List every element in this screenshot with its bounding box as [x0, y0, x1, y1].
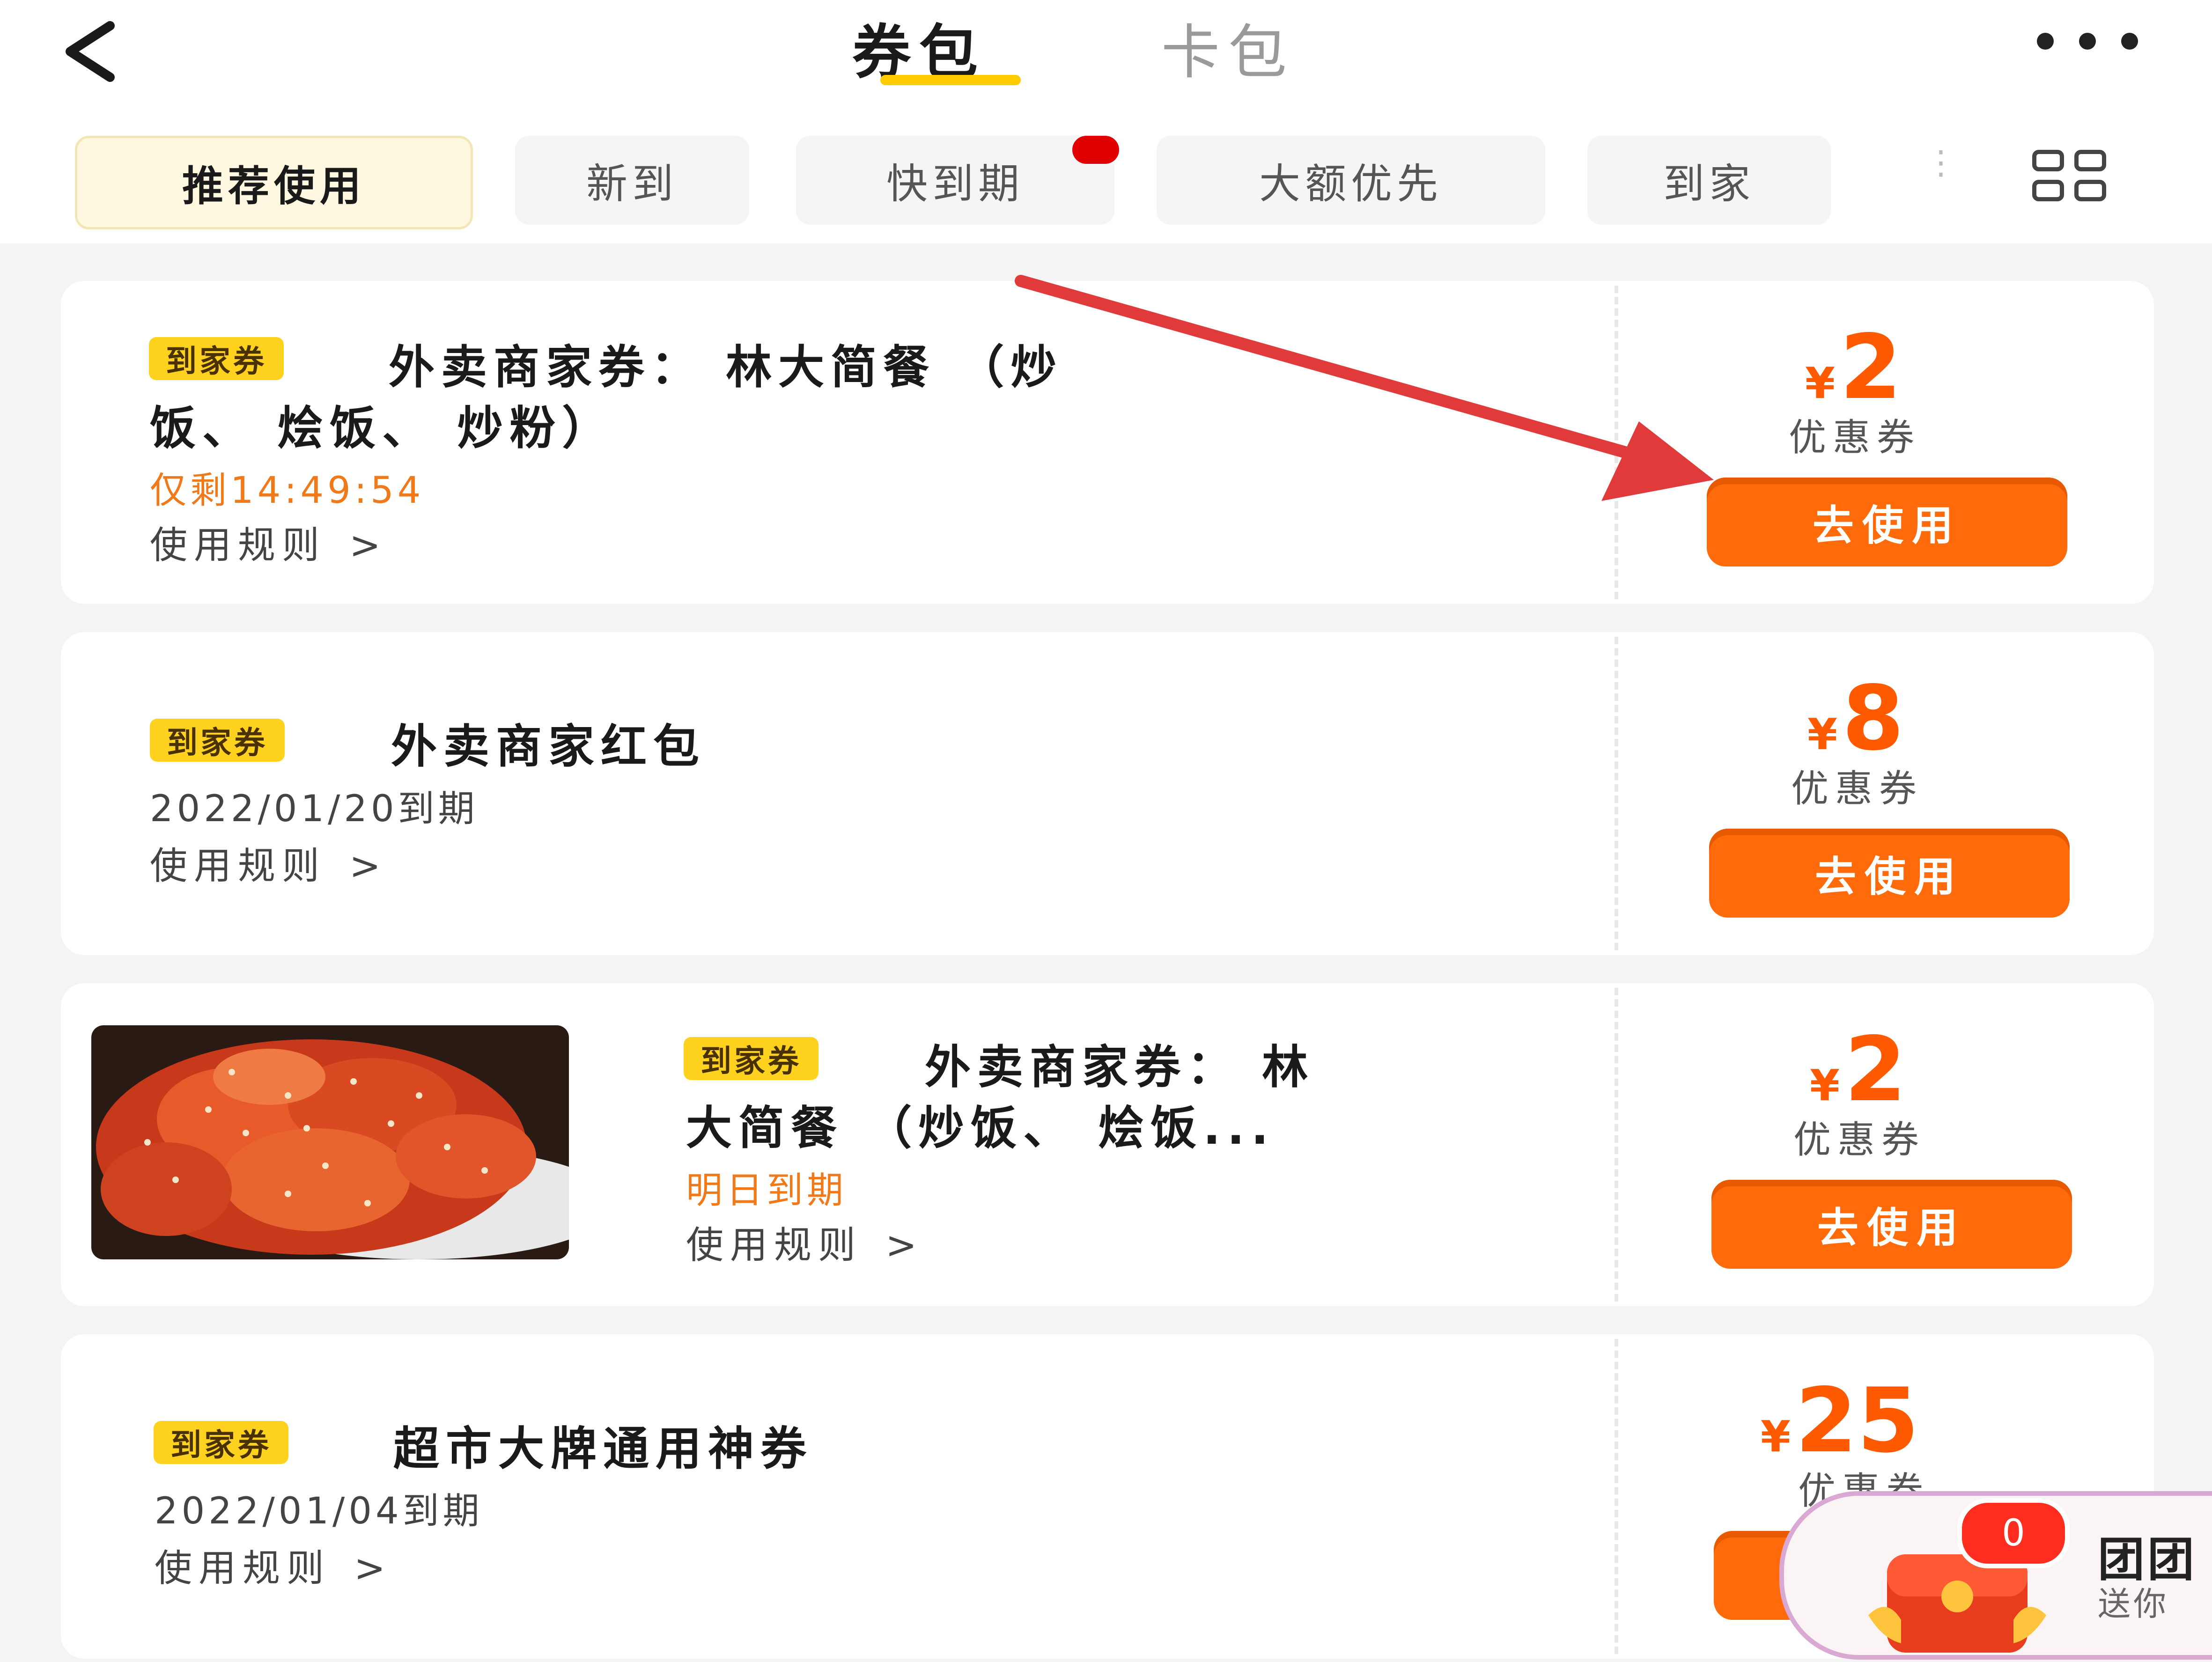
filter-expiring-soon[interactable]: 快到期 [796, 136, 1114, 225]
use-coupon-button[interactable]: 去使用 [1711, 1180, 2072, 1269]
product-image [91, 1025, 569, 1259]
grid-icon[interactable] [2032, 150, 2116, 206]
coupon-amount: ¥2 [1810, 1018, 1907, 1121]
coupon-title-line2: 饭、 烩饭、 炒粉） [150, 402, 615, 455]
usage-rules-label: 使用规则 [150, 523, 326, 567]
coupon-tag: 到家券 [150, 719, 285, 762]
usage-rules-link[interactable]: 使用规则 > [155, 1538, 392, 1592]
coupon-expiry: 明日到期 [686, 1169, 848, 1212]
filter-new[interactable]: 新到 [515, 136, 749, 225]
coupon-amount: ¥8 [1807, 667, 1904, 770]
coupon-type-label: 优惠券 [1791, 767, 1923, 810]
coupon-expiry: 仅剩14:49:54 [150, 470, 425, 512]
use-coupon-button[interactable]: 去使用 [1707, 478, 2067, 566]
usage-rules-link[interactable]: 使用规则 > [150, 836, 387, 890]
coupon-amount: ¥25 [1761, 1369, 1919, 1472]
card-divider [1615, 286, 1618, 599]
coupon-title: 外卖商家券： 林大简餐 （炒 [389, 341, 1063, 394]
coupon-expiry: 2022/01/04到期 [155, 1490, 483, 1532]
filter-recommended[interactable]: 推荐使用 [75, 136, 473, 229]
tab-active-indicator [880, 75, 1021, 85]
usage-rules-label: 使用规则 [686, 1223, 862, 1267]
filter-home-delivery[interactable]: 到家 [1587, 136, 1831, 225]
use-coupon-button[interactable]: 去使用 [1709, 829, 2070, 918]
coupon-amount: ¥2 [1805, 316, 1902, 419]
coupon-expiry: 2022/01/20到期 [150, 788, 479, 830]
chevron-right-icon: > [349, 523, 388, 567]
filter-large-amount[interactable]: 大额优先 [1157, 136, 1545, 225]
more-icon[interactable] [2032, 28, 2145, 56]
card-divider [1615, 1339, 1618, 1654]
coupon-tag: 到家券 [149, 337, 284, 380]
overflow-indicator: ⋮ [1924, 146, 1957, 201]
coupon-tag: 到家券 [154, 1421, 288, 1464]
chevron-right-icon: > [354, 1546, 392, 1590]
coupon-title: 超市大牌通用神券 [393, 1422, 813, 1476]
usage-rules-link[interactable]: 使用规则 > [150, 515, 387, 569]
coupon-type-label: 优惠券 [1789, 416, 1921, 459]
usage-rules-link[interactable]: 使用规则 > [686, 1215, 923, 1269]
card-divider [1615, 637, 1618, 950]
notification-dot [1072, 136, 1119, 164]
chevron-right-icon: > [885, 1223, 924, 1267]
coupon-title: 外卖商家券： 林 [925, 1041, 1315, 1094]
coupon-title-line2: 大简餐 （炒饭、 烩饭... [686, 1102, 1275, 1155]
coupon-type-label: 优惠券 [1793, 1118, 1925, 1162]
card-divider [1615, 988, 1618, 1302]
promo-count-badge: 0 [1957, 1498, 2070, 1568]
usage-rules-label: 使用规则 [150, 844, 326, 888]
promo-subtitle: 送你 [2098, 1585, 2169, 1623]
coupon-title: 外卖商家红包 [391, 720, 706, 773]
coupon-tag: 到家券 [684, 1037, 818, 1080]
back-icon[interactable] [52, 14, 145, 89]
usage-rules-label: 使用规则 [155, 1546, 331, 1590]
tab-card-pack[interactable]: 卡包 [1161, 5, 1295, 89]
chevron-right-icon: > [349, 844, 388, 888]
